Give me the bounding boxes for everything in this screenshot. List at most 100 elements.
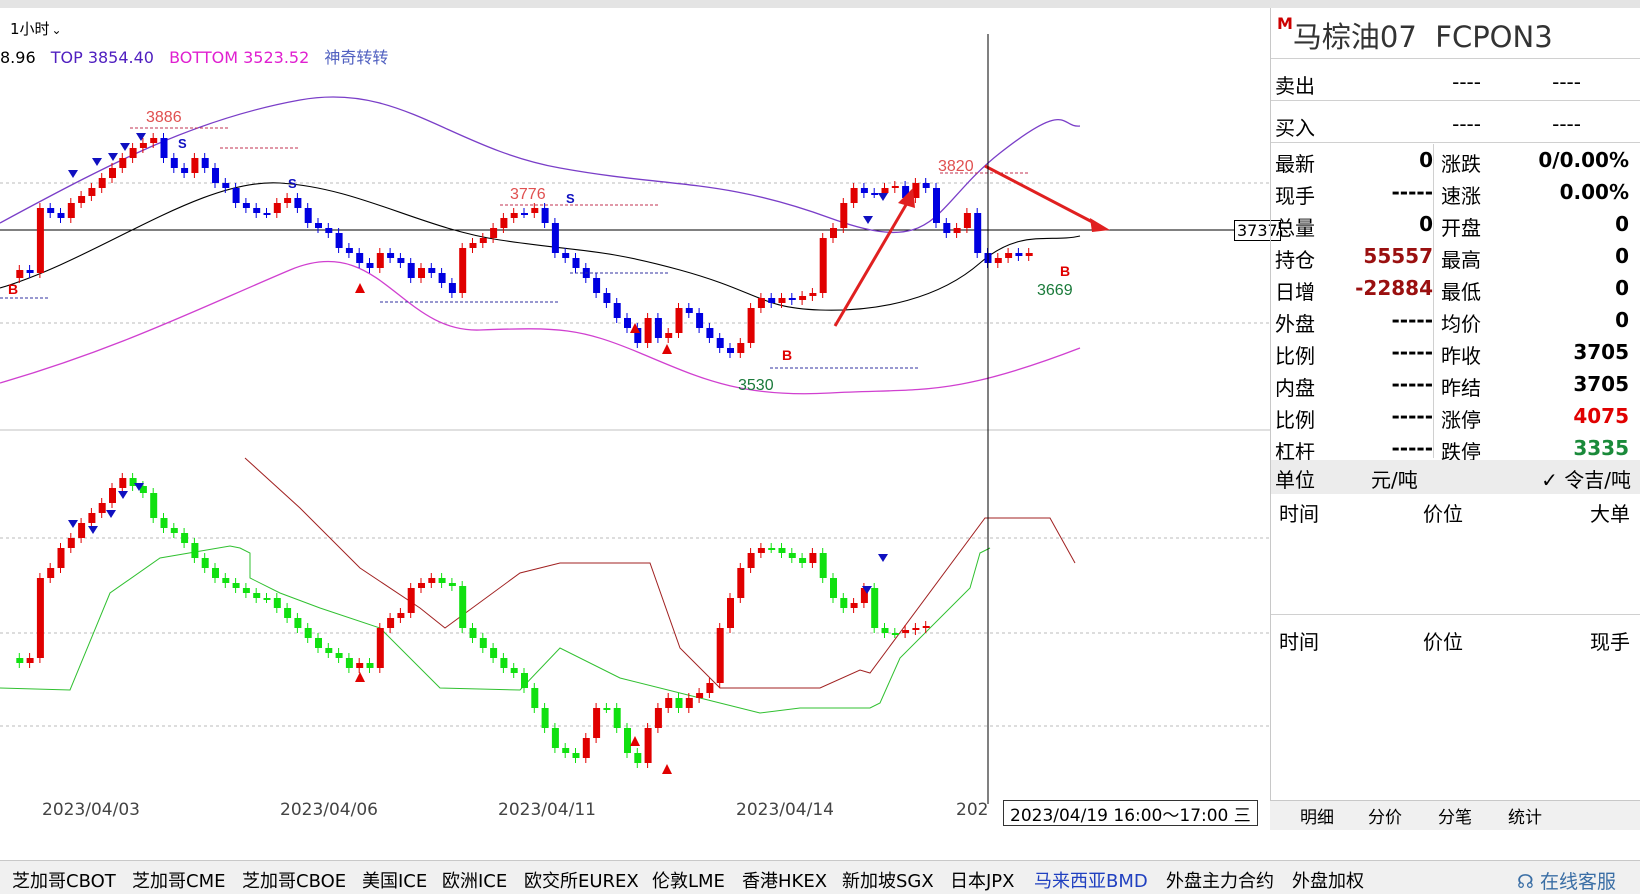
candle (201, 158, 209, 168)
sell-price: ---- (1452, 70, 1481, 94)
candle (356, 253, 364, 263)
candle (706, 683, 714, 693)
candle (685, 698, 693, 708)
candle (356, 663, 364, 668)
candle (819, 553, 827, 578)
stat-label: 内盘 (1275, 376, 1315, 400)
candle (428, 268, 436, 273)
candle (500, 218, 508, 228)
candle (335, 653, 343, 658)
candle (418, 268, 425, 278)
stat-label-2: 昨结 (1441, 376, 1481, 400)
online-service-link[interactable]: ☊ 在线客服 (1517, 867, 1616, 894)
candle (809, 553, 817, 563)
candle (541, 208, 549, 223)
candle (438, 578, 446, 583)
tab-tick[interactable]: 分笔 (1428, 803, 1482, 828)
market-tab-weighted[interactable]: 外盘加权 (1292, 867, 1364, 893)
candle (345, 248, 353, 253)
candle (963, 213, 971, 228)
stat-value-2: 3705 (1573, 340, 1629, 364)
market-tab-eu-ice[interactable]: 欧洲ICE (442, 867, 507, 893)
candle (16, 658, 24, 663)
candle (109, 168, 116, 178)
candle (799, 296, 807, 300)
low-label-2: 3669 (1037, 282, 1073, 299)
stat-label-2: 昨收 (1441, 344, 1481, 368)
candle (67, 538, 75, 548)
candle (418, 583, 425, 588)
market-tab-hkex[interactable]: 香港HKEX (742, 867, 827, 893)
candle (891, 186, 899, 188)
market-tab-bmd[interactable]: 马来西亚BMD (1034, 867, 1148, 893)
kline-chart-area[interactable]: 1小时 ⌄ 8.96 TOP 3854.40 BOTTOM 3523.52 神奇转… (0, 8, 1281, 830)
down-arrow-head (1090, 218, 1110, 232)
candle (181, 533, 189, 543)
candle (572, 258, 580, 268)
candle (387, 253, 395, 258)
headset-icon: ☊ (1517, 871, 1534, 893)
tab-detail[interactable]: 明细 (1290, 803, 1344, 828)
candle (922, 626, 930, 628)
stat-value-2: 0 (1615, 244, 1629, 268)
candle (263, 598, 271, 600)
online-service-label: 在线客服 (1539, 871, 1616, 893)
market-tab-cme[interactable]: 芝加哥CME (132, 867, 225, 893)
candle (850, 603, 858, 608)
market-tab-eurex[interactable]: 欧交所EUREX (524, 867, 639, 893)
candle (727, 348, 734, 353)
list2-col-time: 时间 (1279, 630, 1319, 654)
candle (222, 578, 230, 583)
buy-signal-2: B (782, 347, 792, 363)
candle (366, 263, 374, 268)
candle (273, 203, 281, 213)
candle (654, 708, 662, 728)
candle (613, 708, 621, 728)
candle (716, 338, 724, 348)
candle (531, 688, 539, 708)
unit-alt-option[interactable]: ✓ 令吉/吨 (1541, 464, 1631, 493)
stat-label: 现手 (1275, 184, 1315, 208)
candle (263, 213, 271, 215)
candle (706, 328, 714, 338)
market-tab-lme[interactable]: 伦敦LME (652, 867, 725, 893)
top-strip (0, 0, 1640, 8)
lower-band-line (0, 260, 1081, 395)
market-tab-main-contracts[interactable]: 外盘主力合约 (1166, 867, 1274, 893)
market-tab-us-ice[interactable]: 美国ICE (362, 867, 427, 893)
buy-signal-1: B (8, 281, 18, 297)
market-tab-sgx[interactable]: 新加坡SGX (842, 867, 934, 893)
stat-value: 0 (1419, 212, 1433, 236)
candle (284, 198, 292, 203)
candle (294, 198, 302, 208)
tab-stats[interactable]: 统计 (1498, 803, 1552, 828)
list1-col-price: 价位 (1423, 502, 1463, 526)
high-label-2: 3776 (510, 186, 546, 203)
candle (242, 203, 250, 208)
market-tab-cboe[interactable]: 芝加哥CBOE (242, 867, 346, 893)
high-label-1: 3886 (146, 109, 182, 126)
buy-label: 买入 (1275, 116, 1315, 140)
candle (98, 178, 106, 188)
candle (716, 628, 724, 683)
candle (830, 228, 837, 238)
market-tab-cbot[interactable]: 芝加哥CBOT (12, 867, 116, 893)
candle (98, 503, 106, 513)
candle (479, 638, 487, 648)
candle (1015, 253, 1023, 256)
unit-value[interactable]: 元/吨 (1371, 464, 1418, 493)
stat-label-2: 涨跌 (1441, 152, 1481, 176)
stat-label-2: 最高 (1441, 248, 1481, 272)
candle (768, 298, 776, 303)
candle (78, 196, 86, 203)
market-tab-jpx[interactable]: 日本JPX (950, 867, 1015, 893)
candle (36, 208, 44, 273)
stats-row: 比例 ----- 涨停 4075 (1271, 402, 1640, 434)
sell-label: 卖出 (1275, 74, 1315, 98)
candle (150, 493, 158, 518)
stat-value-2: 0/0.00% (1538, 148, 1629, 172)
tab-price-dist[interactable]: 分价 (1358, 803, 1412, 828)
candle (335, 233, 343, 248)
candle (819, 238, 827, 293)
chart-svg[interactable]: 3886 3776 3820 3530 3669 B B B S S S (0, 8, 1270, 830)
